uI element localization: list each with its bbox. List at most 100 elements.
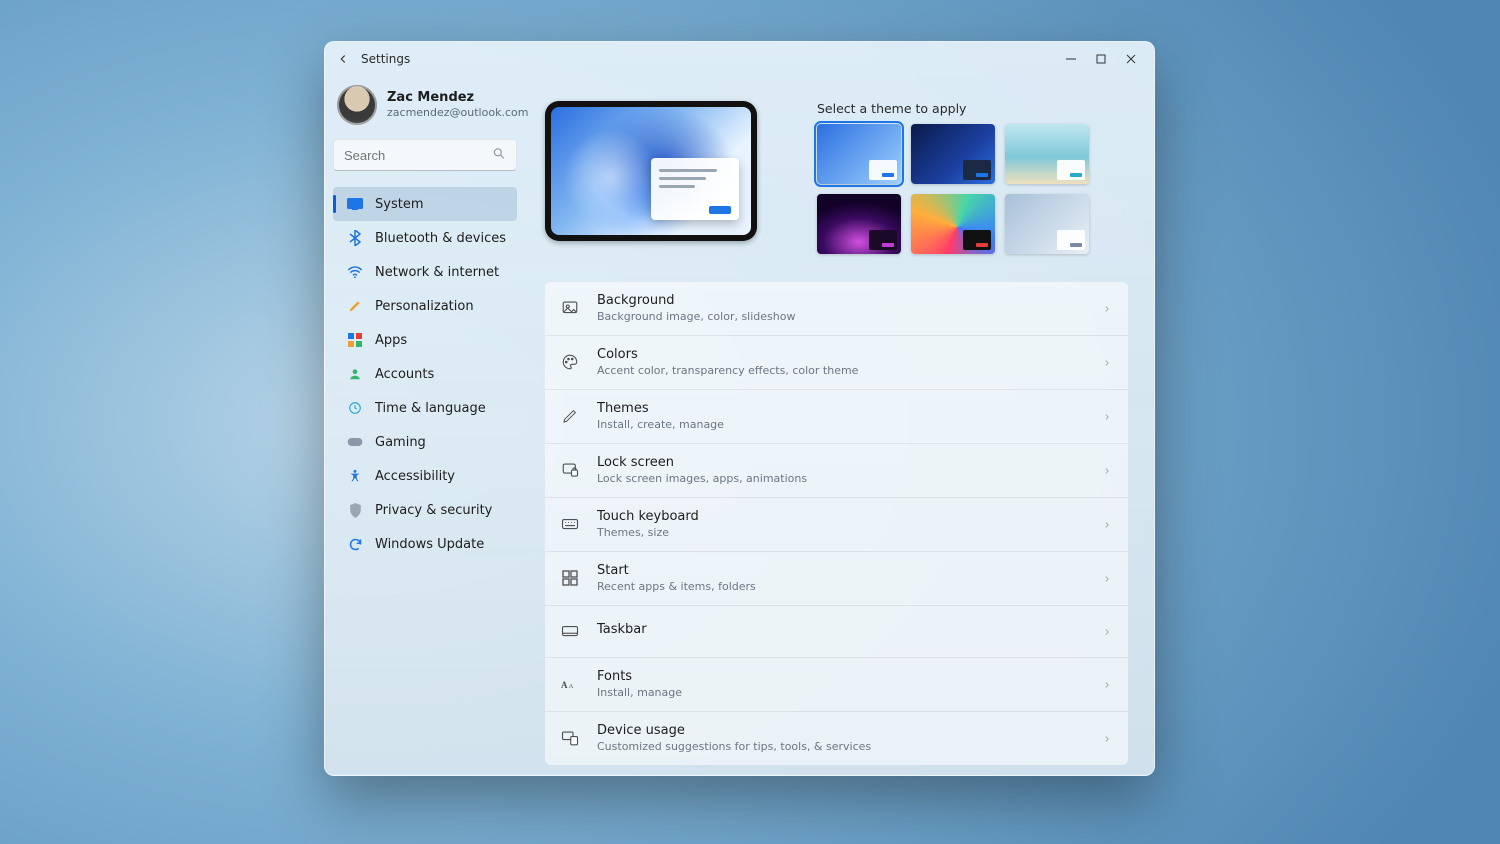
sidebar-item-time-language[interactable]: Time & language xyxy=(333,391,517,425)
update-icon xyxy=(347,536,363,552)
accessibility-icon xyxy=(347,468,363,484)
avatar xyxy=(337,85,377,125)
sidebar-item-apps[interactable]: Apps xyxy=(333,323,517,357)
row-touch-keyboard[interactable]: Touch keyboardThemes, size xyxy=(545,497,1128,551)
row-desc: Install, manage xyxy=(597,686,1084,699)
row-title: Fonts xyxy=(597,670,1084,685)
sidebar-item-network[interactable]: Network & internet xyxy=(333,255,517,289)
back-arrow-icon xyxy=(336,52,350,66)
keyboard-icon xyxy=(561,515,579,533)
sidebar-item-label: Gaming xyxy=(375,435,426,450)
settings-window: Settings Zac Mendez zacmendez@outlook.co… xyxy=(324,41,1155,776)
titlebar: Settings xyxy=(325,42,1154,75)
close-icon xyxy=(1126,54,1136,64)
maximize-icon xyxy=(1096,54,1106,64)
bluetooth-icon xyxy=(347,230,363,246)
sidebar-item-label: Network & internet xyxy=(375,265,499,280)
sidebar-item-bluetooth[interactable]: Bluetooth & devices xyxy=(333,221,517,255)
theme-option-5[interactable] xyxy=(1005,194,1089,254)
sidebar-item-label: Windows Update xyxy=(375,537,484,552)
profile-name: Zac Mendez xyxy=(387,91,528,106)
row-title: Themes xyxy=(597,402,1084,417)
sidebar-item-system[interactable]: System xyxy=(333,187,517,221)
search-box[interactable] xyxy=(333,139,517,171)
theme-grid xyxy=(817,124,1128,254)
sidebar-item-accounts[interactable]: Accounts xyxy=(333,357,517,391)
row-desc: Recent apps & items, folders xyxy=(597,580,1084,593)
sidebar-item-accessibility[interactable]: Accessibility xyxy=(333,459,517,493)
row-title: Start xyxy=(597,564,1084,579)
start-icon xyxy=(561,569,579,587)
row-title: Colors xyxy=(597,348,1084,363)
chevron-right-icon xyxy=(1102,461,1112,480)
close-button[interactable] xyxy=(1116,47,1146,71)
svg-text:A: A xyxy=(569,683,574,690)
person-icon xyxy=(347,366,363,382)
back-button[interactable] xyxy=(333,49,353,69)
row-title: Touch keyboard xyxy=(597,510,1084,525)
wifi-icon xyxy=(347,264,363,280)
row-taskbar[interactable]: Taskbar xyxy=(545,605,1128,657)
desktop-preview xyxy=(545,101,757,241)
sidebar-item-label: Apps xyxy=(375,333,407,348)
image-icon xyxy=(561,299,579,317)
row-title: Device usage xyxy=(597,724,1084,739)
minimize-icon xyxy=(1066,54,1076,64)
personalization-list: BackgroundBackground image, color, slide… xyxy=(545,282,1128,765)
chevron-right-icon xyxy=(1102,407,1112,426)
display-icon xyxy=(347,196,363,212)
row-background[interactable]: BackgroundBackground image, color, slide… xyxy=(545,282,1128,335)
sidebar-item-gaming[interactable]: Gaming xyxy=(333,425,517,459)
chevron-right-icon xyxy=(1102,353,1112,372)
row-device-usage[interactable]: Device usageCustomized suggestions for t… xyxy=(545,711,1128,765)
sidebar-item-label: Bluetooth & devices xyxy=(375,231,506,246)
row-desc: Customized suggestions for tips, tools, … xyxy=(597,740,1084,753)
paint-icon xyxy=(347,298,363,314)
row-title: Taskbar xyxy=(597,623,1084,638)
clock-icon xyxy=(347,400,363,416)
row-title: Background xyxy=(597,294,1084,309)
search-input[interactable] xyxy=(344,148,506,163)
palette-icon xyxy=(561,353,579,371)
sidebar-item-privacy[interactable]: Privacy & security xyxy=(333,493,517,527)
chevron-right-icon xyxy=(1102,622,1112,641)
chevron-right-icon xyxy=(1102,675,1112,694)
row-desc: Lock screen images, apps, animations xyxy=(597,472,1084,485)
row-start[interactable]: StartRecent apps & items, folders xyxy=(545,551,1128,605)
sidebar-item-update[interactable]: Windows Update xyxy=(333,527,517,561)
row-desc: Accent color, transparency effects, colo… xyxy=(597,364,1084,377)
row-themes[interactable]: ThemesInstall, create, manage xyxy=(545,389,1128,443)
themes-heading: Select a theme to apply xyxy=(817,101,1128,116)
theme-option-0[interactable] xyxy=(817,124,901,184)
minimize-button[interactable] xyxy=(1056,47,1086,71)
shield-icon xyxy=(347,502,363,518)
row-fonts[interactable]: AA FontsInstall, manage xyxy=(545,657,1128,711)
row-desc: Themes, size xyxy=(597,526,1084,539)
chevron-right-icon xyxy=(1102,299,1112,318)
theme-option-4[interactable] xyxy=(911,194,995,254)
theme-option-2[interactable] xyxy=(1005,124,1089,184)
sidebar-item-label: Personalization xyxy=(375,299,474,314)
sidebar-nav: System Bluetooth & devices Network & int… xyxy=(333,187,517,561)
sidebar-item-personalization[interactable]: Personalization xyxy=(333,289,517,323)
chevron-right-icon xyxy=(1102,569,1112,588)
chevron-right-icon xyxy=(1102,515,1112,534)
row-desc: Background image, color, slideshow xyxy=(597,310,1084,323)
window-title: Settings xyxy=(361,52,410,66)
search-icon xyxy=(492,146,506,165)
row-lockscreen[interactable]: Lock screenLock screen images, apps, ani… xyxy=(545,443,1128,497)
sidebar-item-label: Accounts xyxy=(375,367,434,382)
maximize-button[interactable] xyxy=(1086,47,1116,71)
profile-block[interactable]: Zac Mendez zacmendez@outlook.com xyxy=(333,81,517,133)
gamepad-icon xyxy=(347,434,363,450)
sidebar: Zac Mendez zacmendez@outlook.com System … xyxy=(325,75,525,775)
row-title: Lock screen xyxy=(597,456,1084,471)
personalization-preview-row: Select a theme to apply xyxy=(545,101,1128,254)
theme-option-1[interactable] xyxy=(911,124,995,184)
row-colors[interactable]: ColorsAccent color, transparency effects… xyxy=(545,335,1128,389)
fonts-icon: AA xyxy=(561,675,579,693)
main-content: Select a theme to apply BackgroundBackgr… xyxy=(525,75,1154,775)
profile-email: zacmendez@outlook.com xyxy=(387,106,528,119)
theme-option-3[interactable] xyxy=(817,194,901,254)
pencil-icon xyxy=(561,407,579,425)
